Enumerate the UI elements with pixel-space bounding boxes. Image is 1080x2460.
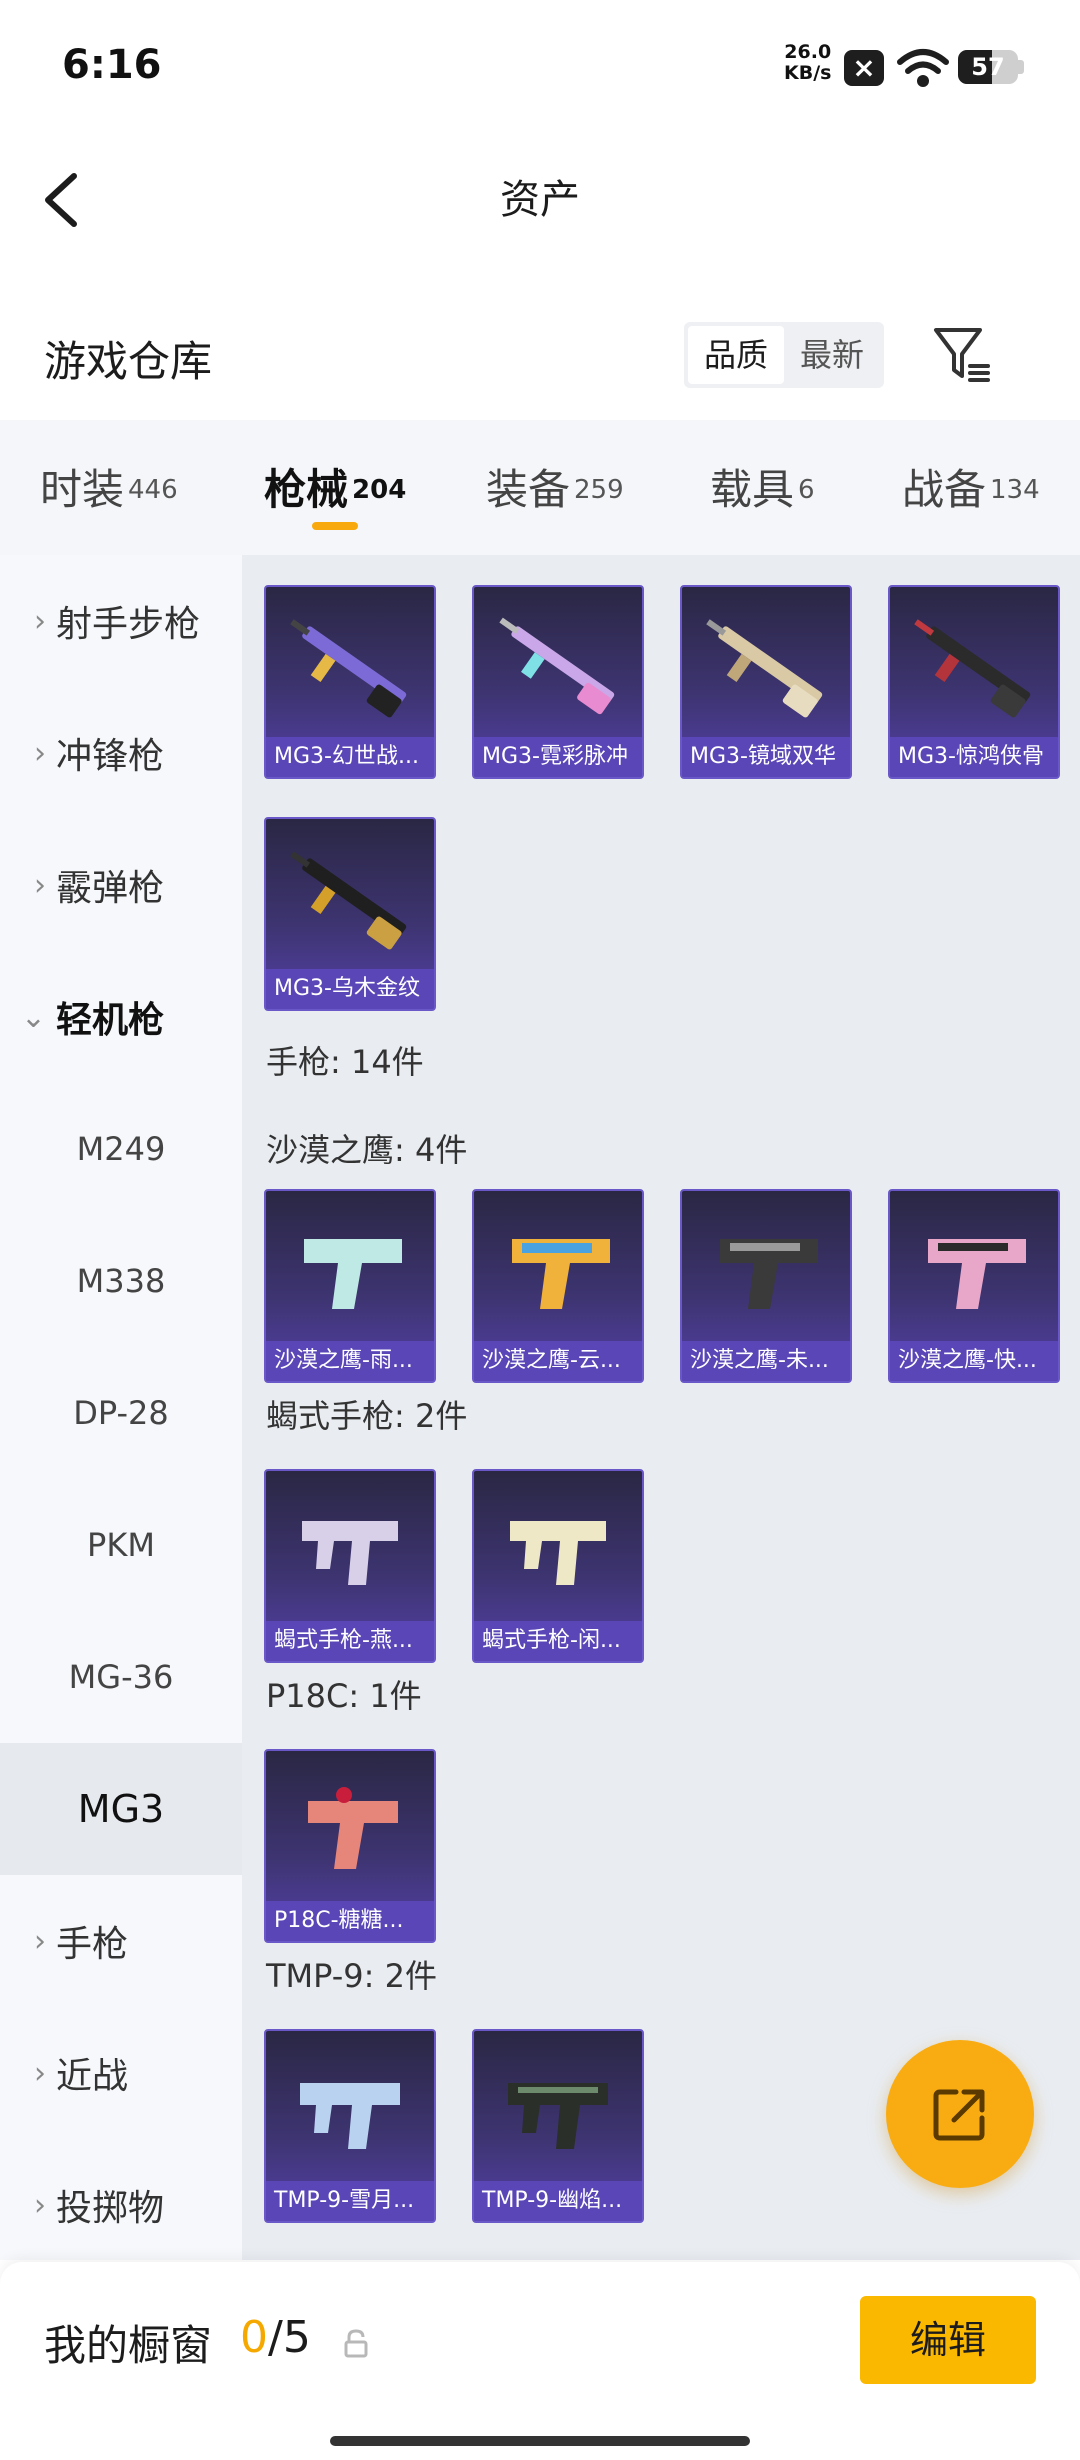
smg-skin-image — [300, 2083, 400, 2149]
rifle-skin-image — [914, 619, 1031, 718]
item-card-mg3[interactable]: MG3-乌木金纹 — [264, 817, 436, 1011]
showcase-bar: 我的橱窗 0/5 编辑 — [0, 2262, 1080, 2460]
sidebar-subitem-mg3[interactable]: MG3 — [0, 1743, 242, 1875]
smg-skin-image — [508, 2083, 608, 2149]
item-card-deagle[interactable]: 沙漠之鹰-快... — [888, 1189, 1060, 1383]
rifle-skin-image — [290, 619, 407, 718]
section-p18c-count: P18C: 1件 — [266, 1677, 422, 1715]
tab-vehicles[interactable]: 载具 6 — [710, 456, 815, 517]
chevron-right-icon: › — [34, 867, 46, 903]
item-card-deagle[interactable]: 沙漠之鹰-未... — [680, 1189, 852, 1383]
sidebar-subitem-dp28[interactable]: DP-28 — [0, 1347, 242, 1479]
item-card-mg3[interactable]: MG3-霓彩脉冲 — [472, 585, 644, 779]
section-deagle-count: 沙漠之鹰: 4件 — [266, 1131, 468, 1169]
home-indicator — [330, 2436, 750, 2446]
item-card-scorpion[interactable]: 蝎式手枪-闲... — [472, 1469, 644, 1663]
section-scorpion-count: 蝎式手枪: 2件 — [266, 1397, 468, 1435]
chevron-right-icon: › — [34, 1923, 46, 1959]
back-arrow-icon[interactable] — [30, 162, 100, 238]
item-card-mg3[interactable]: MG3-惊鸿侠骨 — [888, 585, 1060, 779]
sidebar-item-pistol[interactable]: › 手枪 — [0, 1875, 242, 2007]
tab-supplies[interactable]: 战备 134 — [902, 456, 1040, 517]
sidebar-subitem-m338[interactable]: M338 — [0, 1215, 242, 1347]
section-tmp9-count: TMP-9: 2件 — [266, 1957, 437, 1995]
filter-icon[interactable] — [930, 322, 994, 386]
showcase-title: 我的橱窗 — [44, 2321, 213, 2370]
sidebar-item-lmg[interactable]: ⌄ 轻机枪 — [0, 951, 242, 1083]
sort-quality-button[interactable]: 品质 — [688, 326, 784, 384]
sidebar-item-melee[interactable]: › 近战 — [0, 2007, 242, 2139]
sidebar-item-marksman-rifle[interactable]: › 射手步枪 — [0, 555, 242, 687]
item-card-deagle[interactable]: 沙漠之鹰-云... — [472, 1189, 644, 1383]
item-grid: MG3-幻世战... MG3-霓彩脉冲 MG3-镜域双华 MG3-惊鸿侠骨 MG… — [242, 555, 1080, 2260]
pistol-skin-image — [308, 1787, 398, 1869]
tab-fashion[interactable]: 时装 446 — [40, 456, 178, 517]
title-bar: 资产 — [0, 140, 1080, 260]
weapon-type-sidebar: › 射手步枪 › 冲锋枪 › 霰弹枪 ⌄ 轻机枪 M249 M338 DP-28 PKM… — [0, 555, 242, 2260]
pistol-skin-image — [720, 1239, 818, 1309]
status-time: 6:16 — [62, 42, 162, 88]
rifle-skin-image — [706, 619, 823, 718]
tab-firearms[interactable]: 枪械 204 — [264, 456, 406, 517]
item-card-mg3[interactable]: MG3-镜域双华 — [680, 585, 852, 779]
active-tab-indicator — [312, 522, 358, 530]
chevron-right-icon: › — [34, 2055, 46, 2091]
sidebar-item-smg[interactable]: › 冲锋枪 — [0, 687, 242, 819]
wifi-icon — [897, 49, 949, 87]
item-card-tmp9[interactable]: TMP-9-幽焰... — [472, 2029, 644, 2223]
item-card-deagle[interactable]: 沙漠之鹰-雨... — [264, 1189, 436, 1383]
sidebar-item-throwable[interactable]: › 投掷物 — [0, 2139, 242, 2271]
tab-equipment[interactable]: 装备 259 — [486, 456, 624, 517]
warehouse-title: 游戏仓库 — [44, 337, 213, 386]
status-bar: 6:16 26.0 KB/s × 57 — [0, 0, 1080, 140]
category-tabs: 时装 446 枪械 204 装备 259 载具 6 战备 134 — [0, 420, 1080, 555]
pistol-skin-image — [304, 1239, 402, 1309]
network-speed: 26.0 KB/s — [784, 41, 832, 84]
chevron-down-icon: ⌄ — [20, 999, 46, 1035]
sidebar-subitem-mg36[interactable]: MG-36 — [0, 1611, 242, 1743]
sort-toggle: 品质 最新 — [684, 322, 884, 388]
battery-icon: 57 — [958, 50, 1018, 84]
chevron-right-icon: › — [34, 603, 46, 639]
edit-button[interactable]: 编辑 — [860, 2296, 1036, 2384]
rifle-skin-image — [499, 617, 615, 715]
lock-icon — [344, 2329, 368, 2358]
share-button[interactable] — [886, 2040, 1034, 2188]
sidebar-item-shotgun[interactable]: › 霰弹枪 — [0, 819, 242, 951]
item-card-mg3[interactable]: MG3-幻世战... — [264, 585, 436, 779]
showcase-count: 0/5 — [240, 2312, 311, 2363]
item-card-scorpion[interactable]: 蝎式手枪-燕... — [264, 1469, 436, 1663]
sort-latest-button[interactable]: 最新 — [784, 326, 880, 384]
page-title: 资产 — [500, 177, 580, 223]
section-pistol-count: 手枪: 14件 — [266, 1043, 424, 1081]
chevron-right-icon: › — [34, 735, 46, 771]
share-icon — [933, 2089, 985, 2141]
close-notification-icon: × — [844, 50, 884, 86]
chevron-right-icon: › — [34, 2187, 46, 2223]
pistol-skin-image — [512, 1239, 610, 1309]
sidebar-subitem-m249[interactable]: M249 — [0, 1083, 242, 1215]
sidebar-subitem-pkm[interactable]: PKM — [0, 1479, 242, 1611]
warehouse-header: 游戏仓库 品质 最新 — [0, 300, 1080, 410]
rifle-skin-image — [290, 851, 407, 950]
pistol-skin-image — [302, 1521, 398, 1585]
item-card-p18c[interactable]: P18C-糖糖... — [264, 1749, 436, 1943]
pistol-skin-image — [928, 1239, 1026, 1309]
pistol-skin-image — [510, 1521, 606, 1585]
item-card-tmp9[interactable]: TMP-9-雪月... — [264, 2029, 436, 2223]
